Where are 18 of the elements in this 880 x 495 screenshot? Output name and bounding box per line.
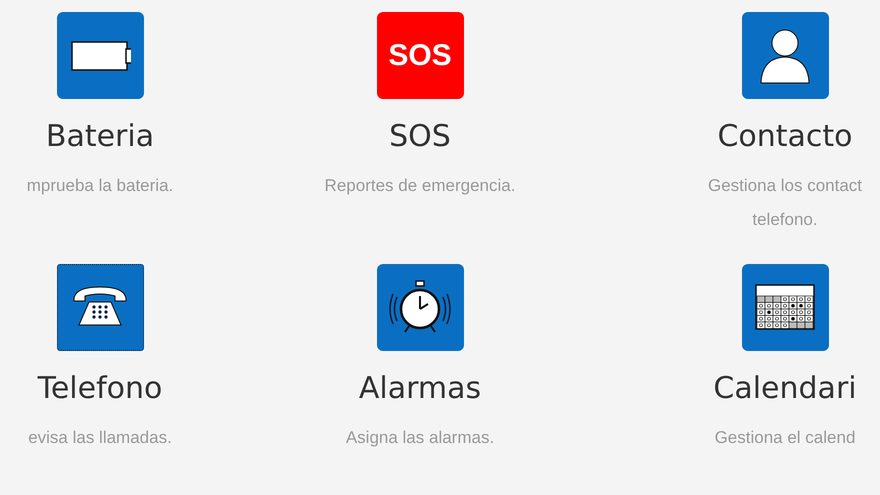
feature-title: Telefono	[38, 371, 162, 407]
feature-description: evisa las llamadas.	[28, 427, 172, 449]
feature-title: SOS	[389, 119, 451, 155]
app-icon[interactable]: SOS	[376, 12, 464, 99]
feature-description: Gestiona los contact telefono.	[708, 175, 862, 231]
feature-description: Reportes de emergencia.	[324, 175, 516, 197]
app-icon[interactable]	[742, 12, 828, 99]
app-icon[interactable]	[56, 12, 144, 99]
feature-description: Gestiona el calend	[714, 427, 856, 449]
feature-description: Asigna las alarmas.	[346, 427, 494, 449]
app-icon[interactable]	[742, 264, 828, 351]
app-icon[interactable]	[56, 264, 144, 351]
app-icon[interactable]	[376, 264, 464, 351]
feature-title: Bateria	[46, 119, 154, 155]
feature-title: Calendari	[713, 371, 857, 407]
feature-title: Contacto	[717, 119, 853, 155]
feature-title: Alarmas	[358, 371, 482, 407]
feature-description: mprueba la bateria.	[26, 175, 174, 197]
